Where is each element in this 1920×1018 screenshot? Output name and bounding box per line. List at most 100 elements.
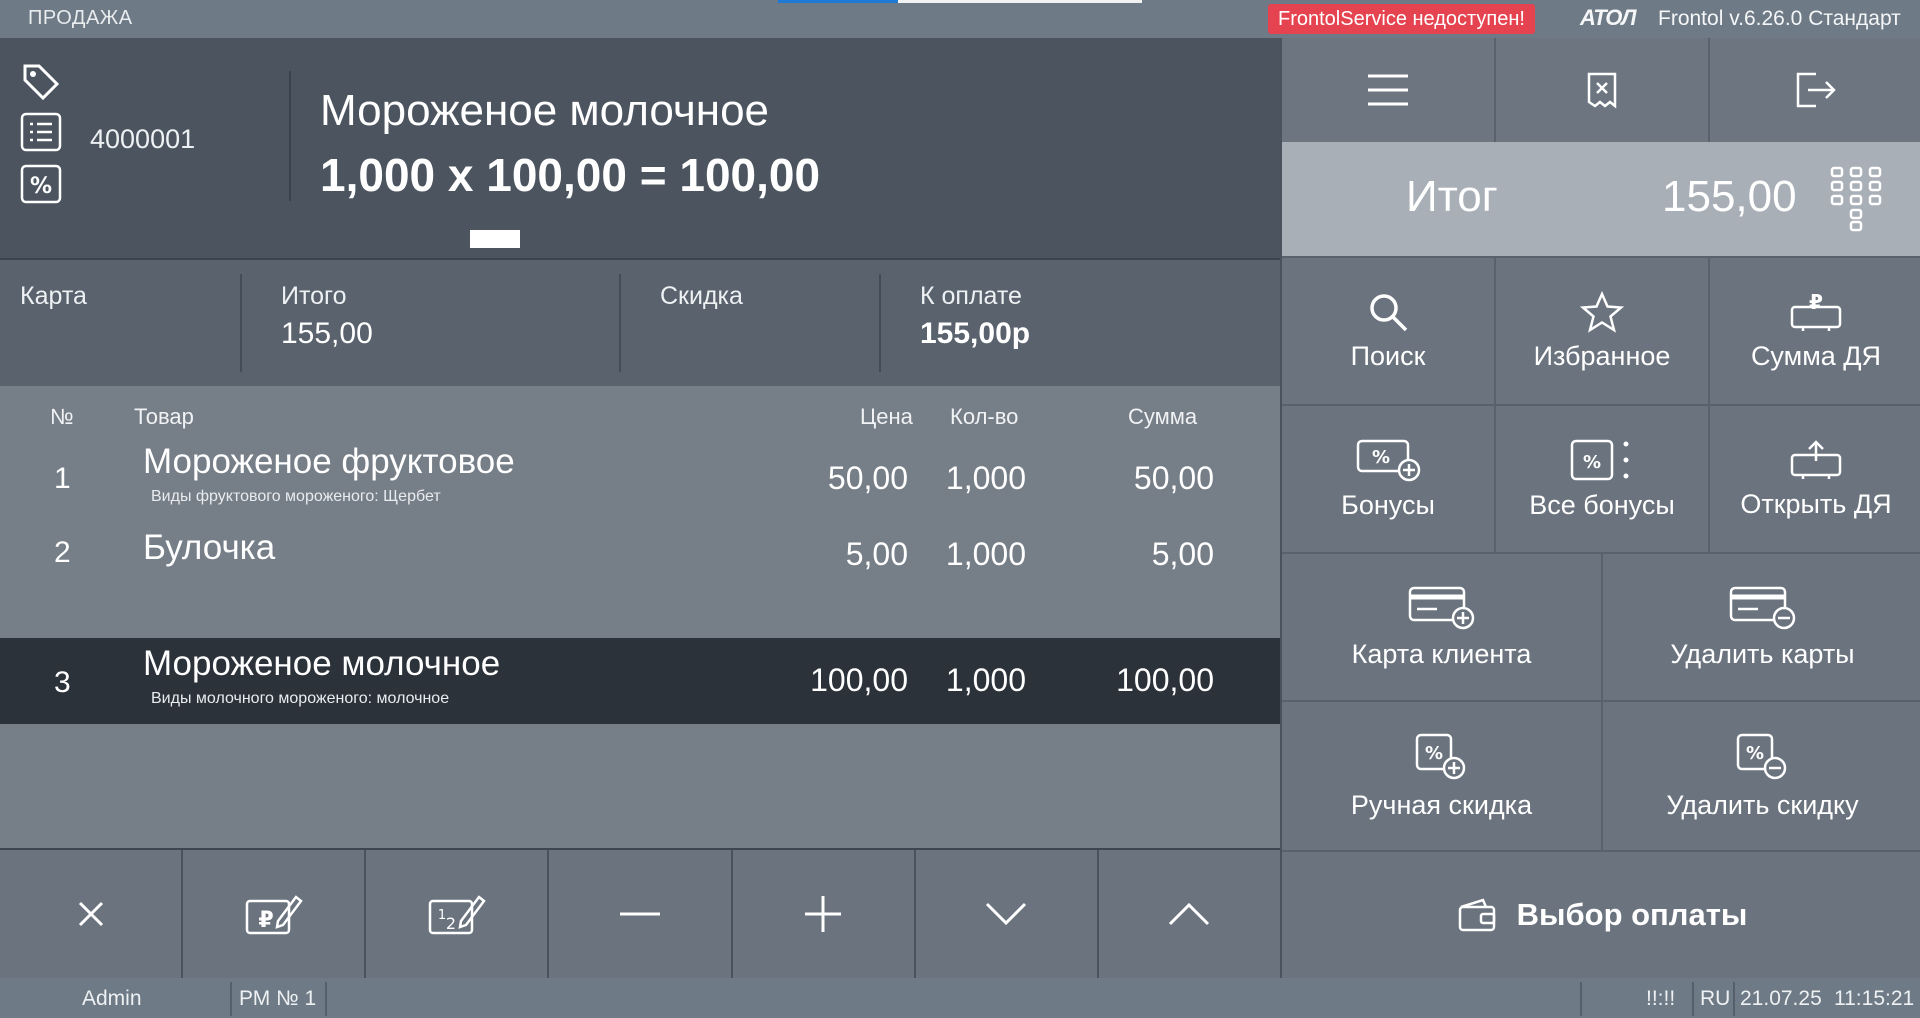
wallet-icon [1458, 898, 1495, 932]
row-num: 3 [54, 666, 71, 699]
divider [230, 982, 232, 1016]
user-name: Admin [82, 987, 142, 1010]
divider [619, 274, 621, 372]
discount-remove-icon: % [1736, 733, 1786, 779]
payment-selection-button[interactable]: Выбор оплаты [1282, 850, 1920, 978]
row-modifier: Виды молочного мороженого: молочное [151, 690, 450, 707]
totals-bar: Карта Итого 155,00 Скидка К оплате 155,0… [0, 258, 1280, 386]
edit-price-button[interactable]: ₽ [183, 850, 367, 978]
table-header: № Товар Цена Кол-во Сумма [0, 404, 1280, 434]
discount-cell: Скидка [660, 260, 870, 386]
row-sum: 5,00 [1151, 536, 1214, 572]
grand-total-value: 155,00 [1662, 172, 1797, 221]
edit-quantity-button[interactable]: 12 [366, 850, 550, 978]
time: 11:15:21 [1834, 987, 1915, 1010]
tag-icon[interactable] [18, 60, 64, 104]
logout-icon [1796, 72, 1836, 108]
list-icon[interactable] [18, 110, 64, 154]
minus-icon [619, 912, 660, 916]
card-label: Карта [20, 282, 87, 310]
delete-discount-button[interactable]: % Удалить скидку [1603, 702, 1920, 850]
col-num-header: № [50, 404, 74, 429]
open-dya-button[interactable]: Открыть ДЯ [1710, 406, 1920, 552]
keyboard-language[interactable]: RU [1700, 987, 1730, 1011]
receipt-panel: % 4000001 Мороженое молочное 1,000 x 100… [0, 38, 1280, 978]
action-row-3: Карта клиента Удалить карты [1282, 552, 1920, 700]
menu-button[interactable] [1282, 38, 1496, 142]
actions-panel: Итог 155,00 Поиск Избранное ₽ Сумма ДЯ % [1280, 38, 1920, 978]
percent-icon[interactable]: % [18, 162, 64, 206]
delete-cards-button[interactable]: Удалить карты [1603, 554, 1920, 700]
manual-discount-label: Ручная скидка [1350, 789, 1533, 820]
divider [325, 982, 327, 1016]
card-cell[interactable]: Карта [20, 260, 235, 386]
table-row[interactable]: 2 Булочка 5,00 1,000 5,00 [0, 512, 1280, 586]
to-pay-value: 155,00р [920, 317, 1031, 350]
cash-drawer-open-icon [1790, 439, 1842, 479]
decrease-quantity-button[interactable] [549, 850, 733, 978]
move-down-button[interactable] [916, 850, 1099, 978]
status-bar: Admin РМ № 1 !!:!! RU 21.07.25 11:15:21 [0, 978, 1920, 1018]
cancel-receipt-icon [1587, 72, 1617, 109]
logout-button[interactable] [1710, 38, 1920, 142]
date: 21.07.25 [1740, 987, 1822, 1010]
table-row-selected[interactable]: 3 Мороженое молочное Виды молочного моро… [0, 638, 1280, 724]
client-card-label: Карта клиента [1351, 638, 1532, 669]
status-indicator: !!:!! [1646, 987, 1676, 1010]
bonuses-button[interactable]: % Бонусы [1282, 406, 1496, 552]
row-modifier: Виды фруктового мороженого: Щербет [151, 488, 441, 505]
favorites-label: Избранное [1533, 340, 1671, 371]
svg-text:2: 2 [446, 914, 456, 933]
to-pay-cell: К оплате 155,00р [920, 260, 1220, 386]
svg-text:%: % [1583, 452, 1601, 473]
move-up-button[interactable] [1099, 850, 1280, 978]
col-price-header: Цена [860, 404, 913, 429]
subtotal-label: Итого [281, 282, 347, 310]
bonus-list-icon: % [1570, 439, 1629, 480]
svg-text:1: 1 [438, 908, 446, 923]
row-qty: 1,000 [945, 460, 1026, 496]
svg-text:%: % [30, 174, 52, 199]
manual-discount-button[interactable]: % Ручная скидка [1282, 702, 1603, 850]
row-price: 50,00 [827, 460, 908, 496]
client-card-button[interactable]: Карта клиента [1282, 554, 1603, 700]
grand-total: Итог 155,00 [1282, 142, 1920, 256]
divider [1580, 982, 1582, 1016]
keypad-icon[interactable] [1830, 166, 1882, 232]
row-num: 1 [54, 462, 71, 495]
all-bonuses-label: Все бонусы [1529, 489, 1675, 520]
table-row[interactable]: 1 Мороженое фруктовое Виды фруктового мо… [0, 436, 1280, 512]
chevron-down-icon [986, 902, 1027, 926]
search-label: Поиск [1350, 340, 1426, 371]
progress-strip [778, 0, 1142, 3]
divider [879, 274, 881, 372]
svg-text:₽: ₽ [258, 908, 273, 933]
sum-dya-label: Сумма ДЯ [1750, 340, 1882, 371]
workplace: РМ № 1 [239, 987, 317, 1010]
bonus-add-icon: % [1356, 439, 1421, 481]
to-pay-label: К оплате [920, 282, 1022, 310]
current-item-name: Мороженое молочное [320, 86, 770, 135]
favorites-button[interactable]: Избранное [1496, 258, 1710, 404]
current-item-header: % 4000001 Мороженое молочное 1,000 x 100… [0, 38, 1280, 258]
brand-logo: ATOЛ [1580, 5, 1637, 30]
row-num: 2 [54, 536, 71, 569]
svg-text:%: % [1424, 743, 1442, 764]
increase-quantity-button[interactable] [733, 850, 916, 978]
edit-price-icon: ₽ [245, 895, 303, 935]
app-version: Frontol v.6.26.0 Стандарт [1658, 7, 1901, 30]
cancel-receipt-button[interactable] [1496, 38, 1710, 142]
action-row-1: Поиск Избранное ₽ Сумма ДЯ [1282, 256, 1920, 404]
card-add-icon [1408, 586, 1474, 629]
sum-dya-button[interactable]: ₽ Сумма ДЯ [1710, 258, 1920, 404]
delete-item-button[interactable] [0, 850, 184, 978]
cash-drawer-sum-icon: ₽ [1790, 291, 1842, 331]
divider [289, 71, 291, 201]
close-icon [78, 901, 103, 927]
all-bonuses-button[interactable]: % Все бонусы [1496, 406, 1710, 552]
service-status-badge[interactable]: FrontolService недоступен! [1268, 4, 1535, 34]
card-remove-icon [1729, 586, 1795, 629]
search-button[interactable]: Поиск [1282, 258, 1496, 404]
open-dya-label: Открыть ДЯ [1740, 488, 1892, 519]
search-icon [1370, 293, 1408, 331]
